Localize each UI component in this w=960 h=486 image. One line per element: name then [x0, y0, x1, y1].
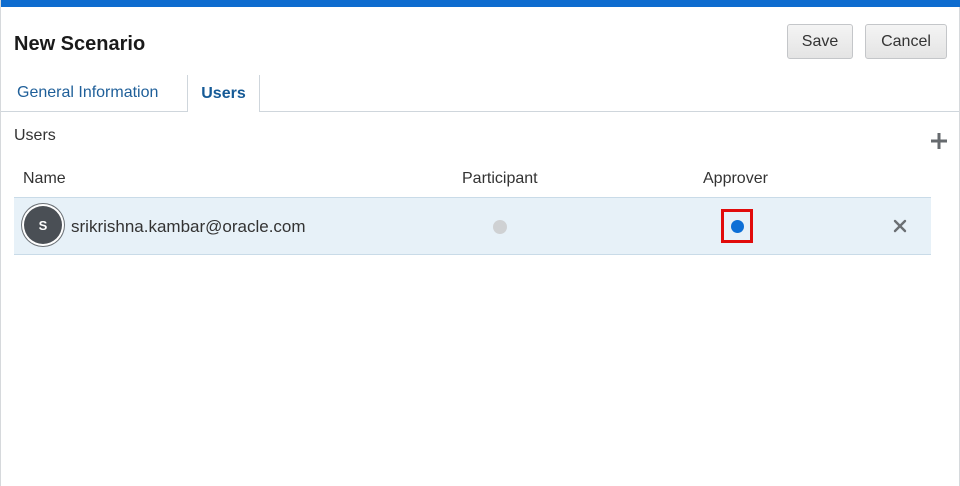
plus-icon[interactable]: [929, 131, 949, 151]
table-row: S srikrishna.kambar@oracle.com: [14, 197, 931, 255]
participant-radio[interactable]: [493, 220, 507, 234]
approver-radio[interactable]: [730, 219, 744, 233]
column-header-participant: Participant: [462, 170, 538, 187]
avatar: S: [24, 206, 62, 244]
approver-highlight-box: [721, 209, 753, 243]
column-header-name: Name: [23, 170, 66, 187]
user-email: srikrishna.kambar@oracle.com: [71, 217, 306, 236]
users-section-label: Users: [14, 127, 56, 144]
close-icon[interactable]: [892, 218, 908, 234]
page-title: New Scenario: [14, 33, 146, 55]
accent-top-bar: [1, 0, 960, 7]
save-button[interactable]: Save: [787, 24, 853, 59]
tab-general-information[interactable]: General Information: [17, 75, 158, 111]
tab-bar: General Information Users: [1, 75, 959, 112]
scenario-dialog: New Scenario Save Cancel General Informa…: [0, 0, 960, 486]
tab-users[interactable]: Users: [187, 75, 260, 112]
cancel-button[interactable]: Cancel: [865, 24, 947, 59]
column-header-approver: Approver: [703, 170, 768, 187]
